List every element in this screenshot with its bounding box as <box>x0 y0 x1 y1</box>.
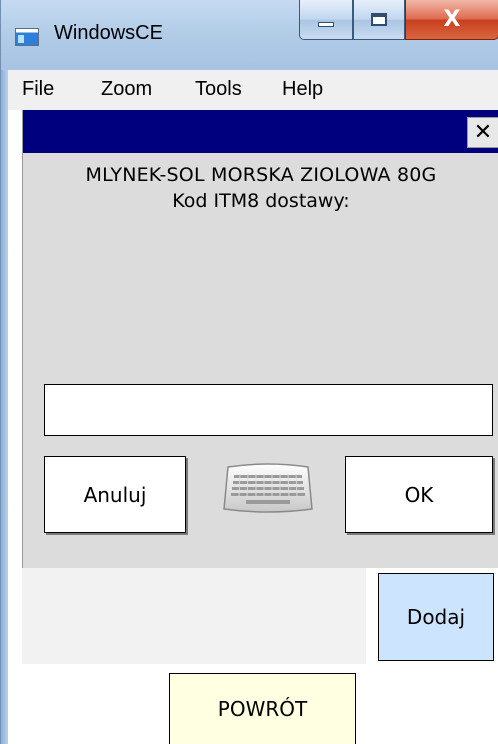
app-icon <box>15 28 39 46</box>
keyboard-icon[interactable] <box>222 461 314 515</box>
menu-help[interactable]: Help <box>282 78 323 101</box>
dialog-caption-bar: ✕ <box>23 110 498 153</box>
menu-tools[interactable]: Tools <box>195 78 242 101</box>
minimize-button[interactable] <box>299 0 353 40</box>
menu-bar: File Zoom Tools Help <box>8 70 498 110</box>
menu-file[interactable]: File <box>22 78 54 101</box>
content-panel <box>22 568 366 664</box>
add-button[interactable]: Dodaj <box>378 573 494 661</box>
maximize-icon <box>371 13 387 26</box>
input-dialog: ✕ MLYNEK-SOL MORSKA ZIOLOWA 80G Kod ITM8… <box>22 110 498 568</box>
minimize-icon <box>318 22 334 27</box>
menu-zoom[interactable]: Zoom <box>101 78 152 101</box>
code-input[interactable] <box>44 384 493 436</box>
back-button[interactable]: POWRÓT <box>169 673 356 744</box>
maximize-button[interactable] <box>353 0 405 40</box>
cancel-button[interactable]: Anuluj <box>44 456 186 533</box>
dialog-prompt: Kod ITM8 dostawy: <box>172 190 350 212</box>
ok-button[interactable]: OK <box>345 456 493 533</box>
window-title: WindowsCE <box>54 22 163 44</box>
close-button[interactable]: X <box>405 0 498 40</box>
close-icon: ✕ <box>473 120 493 145</box>
window-frame <box>0 70 8 744</box>
product-name: MLYNEK-SOL MORSKA ZIOLOWA 80G <box>85 164 437 186</box>
dialog-close-button[interactable]: ✕ <box>467 117 498 148</box>
window-titlebar[interactable]: WindowsCE X <box>0 0 498 70</box>
caption-buttons: X <box>299 0 498 42</box>
close-icon: X <box>443 7 461 32</box>
